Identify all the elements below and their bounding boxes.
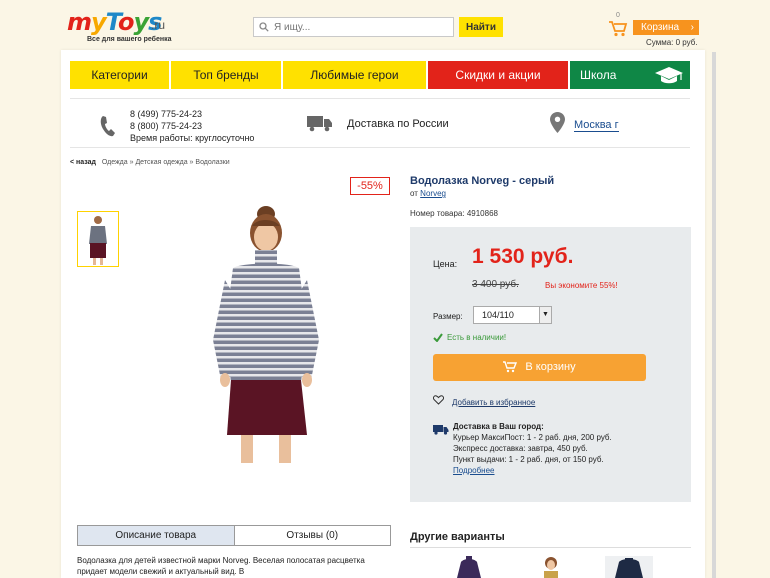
cart-icon (503, 361, 518, 373)
checkmark-icon (433, 333, 443, 343)
product-title: Водолазка Norveg - серый (410, 175, 555, 187)
delivery-option: Экспресс доставка: завтра, 450 руб. (453, 444, 588, 453)
logo-tagline: Все для вашего ребенка (87, 36, 172, 43)
search-icon (259, 22, 269, 32)
delivery-option: Курьер МаксиПост: 1 - 2 раб. дня, 200 ру… (453, 433, 612, 442)
mytoys-logo[interactable]: myToys .ru Все для вашего ребенка (67, 8, 177, 46)
size-value: 104/110 (482, 310, 514, 320)
phone-number-1[interactable]: 8 (499) 775-24-23 (130, 108, 254, 120)
chevron-right-icon: › (690, 22, 694, 33)
brand-link[interactable]: Norveg (420, 189, 446, 198)
truck-icon (307, 116, 332, 132)
delivery-option: Пункт выдачи: 1 - 2 раб. дня, от 150 руб… (453, 455, 604, 464)
working-hours: Время работы: круглосуточно (130, 133, 255, 143)
nav-school[interactable]: Школа (570, 61, 690, 89)
page: myToys .ru Все для вашего ребенка Найти … (0, 0, 770, 578)
breadcrumb-path[interactable]: Одежда » Детская одежда » Водолазки (102, 159, 230, 166)
add-to-favorites[interactable]: Добавить в избранное (432, 395, 536, 407)
add-to-favorites-label: Добавить в избранное (452, 398, 536, 407)
city-selector[interactable]: Москва г (574, 119, 619, 132)
stock-text: Есть в наличии! (447, 333, 507, 342)
nav-school-label: Школа (580, 68, 617, 82)
chevron-down-icon: ▼ (539, 307, 551, 323)
scrollbar[interactable] (712, 52, 716, 578)
divider (410, 547, 691, 548)
main-nav: Категории Топ бренды Любимые герои Скидк… (70, 61, 690, 89)
cart-button[interactable]: Корзина › (633, 20, 699, 35)
delivery-title: Доставка в Ваш город: (453, 422, 544, 431)
search-button[interactable]: Найти (459, 17, 503, 37)
size-label: Размер: (433, 312, 463, 321)
cart-label: Корзина (641, 22, 680, 33)
cart-sum: Сумма: 0 руб. (646, 38, 698, 47)
breadcrumb: < назад Одежда » Детская одежда » Водола… (70, 159, 230, 166)
divider (70, 98, 690, 99)
phone-icon (100, 116, 115, 137)
tab-reviews[interactable]: Отзывы (0) (235, 526, 391, 545)
product-tabs: Описание товара Отзывы (0) (77, 525, 391, 546)
add-to-cart-button[interactable]: В корзину (433, 354, 646, 381)
more-details-link[interactable]: Подробнее (453, 466, 495, 475)
location-pin-icon (550, 112, 565, 133)
graduation-cap-icon (655, 67, 683, 84)
contact-phones: 8 (499) 775-24-23 8 (800) 775-24-23 Врем… (130, 108, 254, 144)
back-link[interactable]: < назад (70, 159, 96, 166)
logo-tld: .ru (151, 18, 166, 32)
brand-prefix: от (410, 189, 418, 198)
cart-count: 0 (616, 12, 620, 19)
product-sku: Номер товара: 4910868 (410, 209, 498, 218)
thumbnail-image (89, 216, 107, 265)
nav-favorite-heroes[interactable]: Любимые герои (283, 61, 426, 89)
add-to-cart-label: В корзину (525, 361, 576, 373)
delivery-info: Доставка в Ваш город: Курьер МаксиПост: … (453, 421, 612, 476)
size-select[interactable]: 104/110 ▼ (473, 306, 552, 324)
stock-status: Есть в наличии! (433, 333, 507, 343)
buy-box: Цена: 1 530 руб. 3 400 руб. Вы экономите… (410, 227, 691, 502)
search-input[interactable] (274, 18, 452, 36)
discount-badge: -55% (350, 177, 390, 195)
other-variants-title: Другие варианты (410, 531, 505, 543)
top-header: myToys .ru Все для вашего ребенка Найти … (0, 0, 770, 50)
variant-thumbnail[interactable] (451, 556, 487, 578)
logo-wordmark: myToys (67, 8, 162, 36)
nav-sales[interactable]: Скидки и акции (428, 61, 568, 89)
nav-top-brands[interactable]: Топ бренды (171, 61, 281, 89)
variant-thumbnail[interactable] (605, 556, 653, 578)
old-price: 3 400 руб. (472, 279, 519, 290)
variant-thumbnail[interactable] (539, 556, 563, 578)
search-box (253, 17, 454, 37)
brand-line: от Norveg (410, 189, 446, 198)
delivery-russia: Доставка по России (347, 118, 449, 130)
heart-icon (432, 395, 445, 405)
product-thumbnail[interactable] (77, 211, 119, 267)
truck-icon (433, 425, 449, 435)
price-label: Цена: (433, 259, 458, 269)
savings-text: Вы экономите 55%! (545, 281, 618, 290)
divider (70, 147, 690, 148)
nav-categories[interactable]: Категории (70, 61, 169, 89)
product-photo[interactable] (191, 200, 341, 465)
product-description: Водолазка для детей известной марки Norv… (77, 556, 365, 576)
cart-icon[interactable] (608, 18, 628, 38)
tab-description[interactable]: Описание товара (78, 526, 235, 545)
current-price: 1 530 руб. (472, 245, 574, 268)
main-content: Категории Топ бренды Любимые герои Скидк… (61, 50, 705, 578)
phone-number-2[interactable]: 8 (800) 775-24-23 (130, 120, 254, 132)
